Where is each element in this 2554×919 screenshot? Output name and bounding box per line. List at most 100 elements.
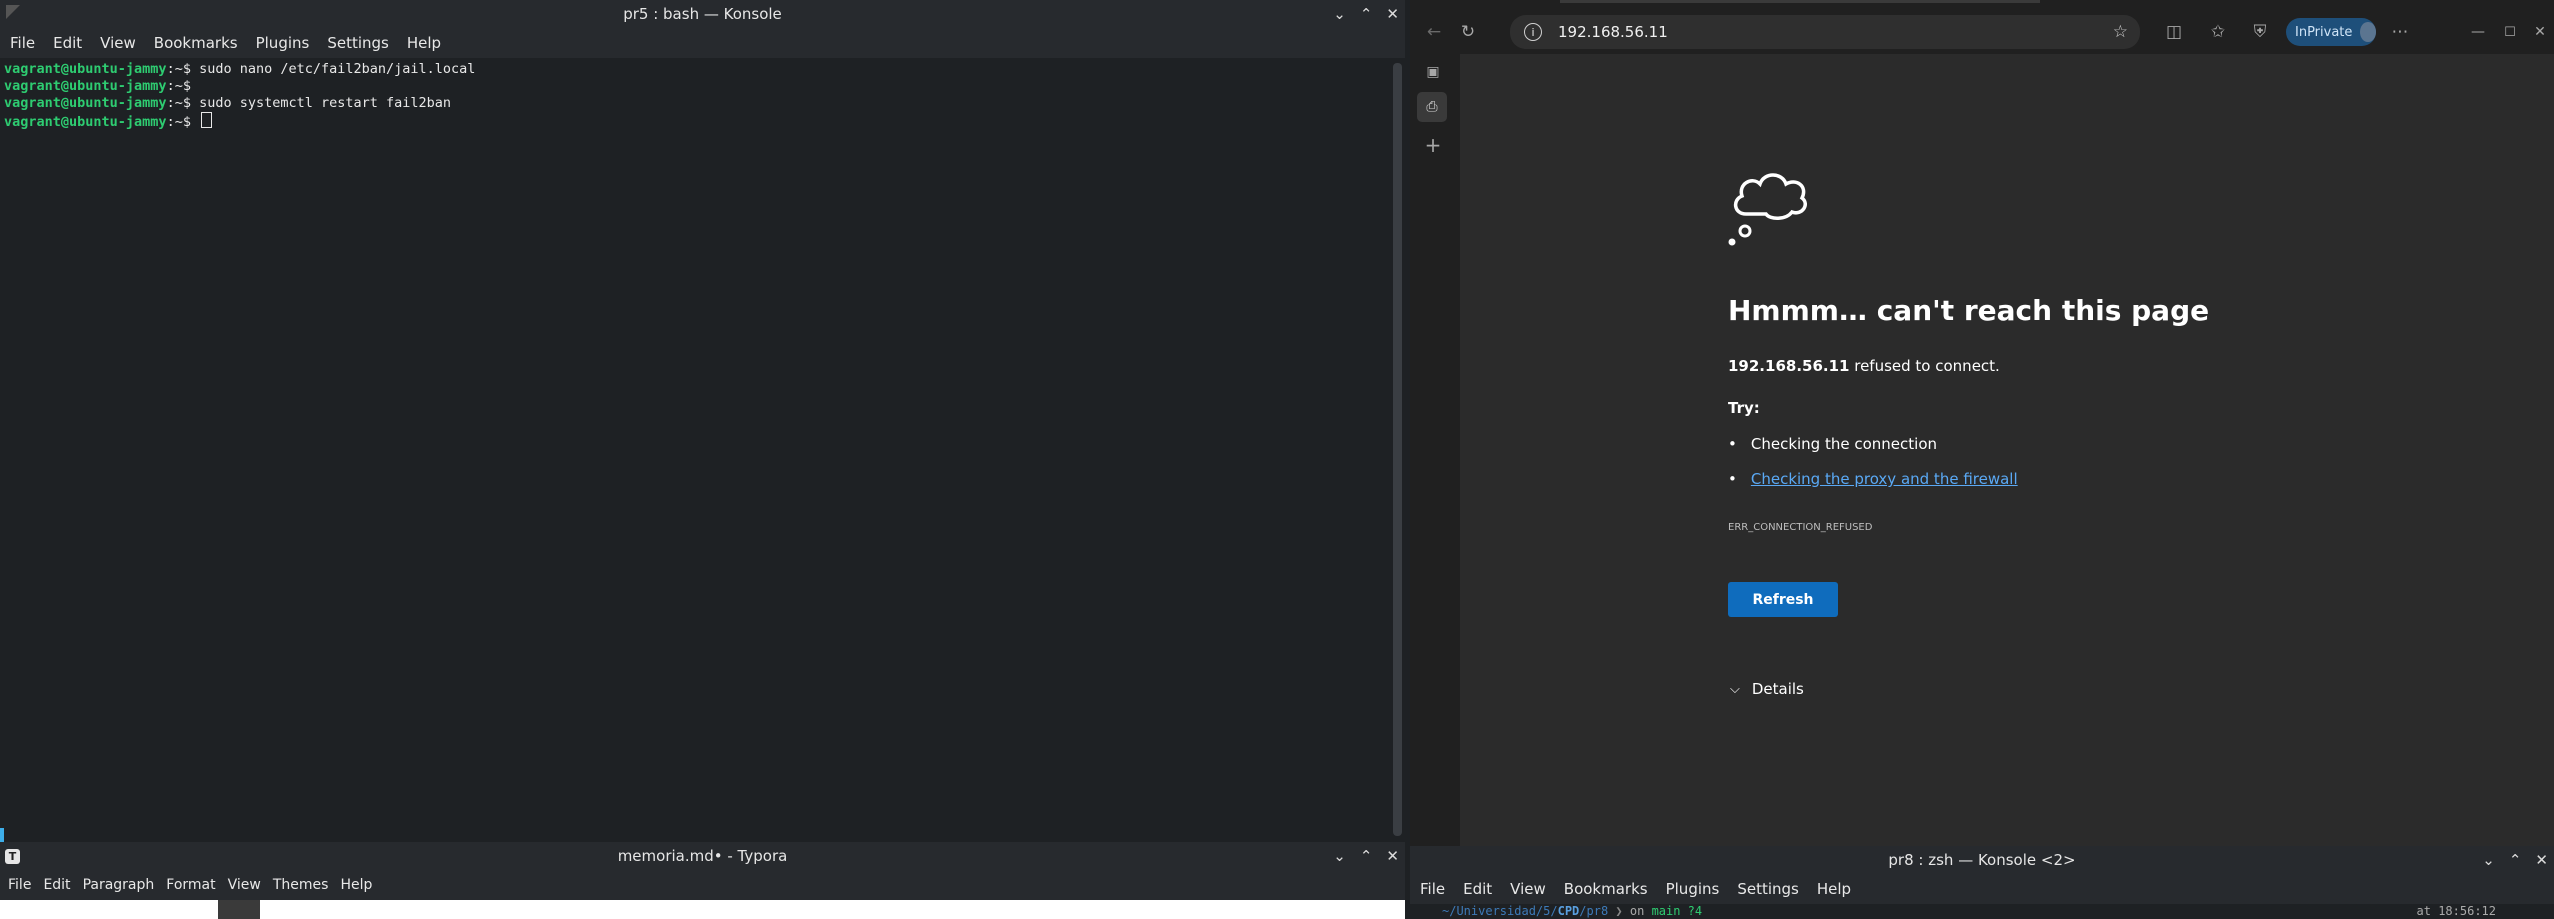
typora-window: T memoria.md• - Typora ⌄ ⌃ ✕ File Edit P… — [0, 842, 1405, 919]
details-toggle[interactable]: ⌵ Details — [1730, 680, 1804, 698]
vertical-tabs-sidebar: ▣ ⎙ + — [1410, 54, 1456, 850]
error-code: ERR_CONNECTION_REFUSED — [1728, 522, 1873, 533]
menu-edit[interactable]: Edit — [43, 877, 70, 893]
prompt-sep: :~$ — [166, 61, 191, 77]
prompt-user: vagrant@ubuntu-jammy — [4, 95, 167, 111]
refresh-button[interactable]: Refresh — [1728, 582, 1838, 617]
refused-message: 192.168.56.11 refused to connect. — [1728, 357, 2000, 375]
titlebar: pr8 : zsh — Konsole <2> ⌄ ⌃ ✕ — [1410, 846, 2554, 874]
terminal-line: vagrant@ubuntu-jammy:~$ — [4, 78, 1384, 95]
inprivate-label: InPrivate — [2295, 24, 2353, 40]
bullet: • — [1728, 470, 1737, 488]
menu-file[interactable]: File — [10, 34, 35, 52]
command-text: sudo nano /etc/fail2ban/jail.local — [190, 61, 476, 77]
minimize-icon[interactable]: ⌄ — [1333, 847, 1346, 865]
back-icon[interactable]: ← — [1422, 20, 1446, 44]
command-text — [191, 114, 199, 130]
activity-indicator — [0, 828, 4, 842]
close-icon[interactable]: ✕ — [2535, 851, 2548, 869]
proxy-firewall-link[interactable]: Checking the proxy and the firewall — [1751, 470, 2018, 488]
menu-help[interactable]: Help — [340, 877, 372, 893]
menu-bookmarks[interactable]: Bookmarks — [154, 34, 238, 52]
menu-edit[interactable]: Edit — [1463, 880, 1492, 898]
window-title: memoria.md• - Typora — [617, 847, 788, 865]
maximize-icon[interactable]: ⌃ — [1360, 847, 1373, 865]
maximize-icon[interactable]: ⌃ — [2509, 851, 2522, 869]
details-label: Details — [1751, 680, 1804, 698]
refresh-icon[interactable]: ↻ — [1456, 20, 1480, 44]
new-tab-icon[interactable]: + — [1420, 132, 1446, 158]
terminal-output[interactable]: vagrant@ubuntu-jammy:~$ sudo nano /etc/f… — [4, 61, 1384, 831]
menu-settings[interactable]: Settings — [327, 34, 389, 52]
menu-format[interactable]: Format — [166, 877, 215, 893]
typora-app-icon: T — [5, 849, 20, 864]
scrollbar[interactable] — [1393, 63, 1402, 836]
menubar: File Edit View Bookmarks Plugins Setting… — [1410, 874, 2554, 904]
close-icon[interactable]: ✕ — [1386, 847, 1399, 865]
konsole-app-icon — [6, 5, 20, 19]
konsole-window-top: pr5 : bash — Konsole ⌄ ⌃ ✕ File Edit Vie… — [0, 0, 1405, 842]
host-text: 192.168.56.11 — [1728, 357, 1850, 375]
minimize-icon[interactable]: ⌄ — [1333, 5, 1346, 23]
menu-help[interactable]: Help — [1817, 880, 1851, 898]
menubar: File Edit View Bookmarks Plugins Setting… — [0, 28, 1405, 58]
menu-edit[interactable]: Edit — [53, 34, 82, 52]
titlebar: T memoria.md• - Typora ⌄ ⌃ ✕ — [0, 842, 1405, 870]
prompt-user: vagrant@ubuntu-jammy — [4, 61, 167, 77]
suggestion-text: Checking the connection — [1750, 435, 1937, 453]
menu-bookmarks[interactable]: Bookmarks — [1564, 880, 1648, 898]
menu-file[interactable]: File — [1420, 880, 1445, 898]
minimize-icon[interactable]: ⌄ — [2482, 851, 2495, 869]
text-cursor — [201, 112, 213, 128]
menu-view[interactable]: View — [228, 877, 261, 893]
tab-actions-icon[interactable]: ▣ — [1420, 60, 1446, 84]
maximize-icon[interactable]: ☐ — [2500, 20, 2520, 44]
more-options-icon[interactable]: ⋯ — [2388, 20, 2412, 44]
menubar: File Edit Paragraph Format View Themes H… — [0, 870, 1405, 900]
menu-paragraph[interactable]: Paragraph — [83, 877, 155, 893]
git-branch: main ?4 — [1651, 904, 1703, 918]
konsole-window-bottom: pr8 : zsh — Konsole <2> ⌄ ⌃ ✕ File Edit … — [1410, 846, 2554, 919]
maximize-icon[interactable]: ⌃ — [1360, 5, 1373, 23]
browser-essentials-icon[interactable]: ⛨ — [2248, 20, 2272, 44]
chevron-down-icon: ⌵ — [1730, 681, 1740, 697]
menu-file[interactable]: File — [8, 877, 31, 893]
menu-help[interactable]: Help — [407, 34, 441, 52]
inprivate-badge[interactable]: InPrivate — [2286, 18, 2376, 46]
menu-view[interactable]: View — [1510, 880, 1546, 898]
favorites-icon[interactable]: ✩ — [2206, 20, 2230, 44]
avatar — [2360, 22, 2376, 42]
close-icon[interactable]: ✕ — [2530, 20, 2550, 44]
terminal-line: vagrant@ubuntu-jammy:~$ sudo systemctl r… — [4, 95, 1384, 112]
prompt-sep: :~$ — [166, 95, 191, 111]
prompt-user: vagrant@ubuntu-jammy — [4, 114, 167, 130]
menu-settings[interactable]: Settings — [1737, 880, 1799, 898]
minimize-icon[interactable]: — — [2468, 20, 2488, 44]
address-text[interactable]: 192.168.56.11 — [1558, 23, 1668, 41]
browser-window: ← ↻ i 192.168.56.11 ☆ ◫ ✩ ⛨ InPrivate ⋯ … — [1410, 0, 2554, 850]
try-label: Try: — [1728, 399, 1760, 417]
info-icon[interactable]: i — [1524, 23, 1542, 41]
terminal-line: vagrant@ubuntu-jammy:~$ sudo nano /etc/f… — [4, 61, 1384, 78]
menu-plugins[interactable]: Plugins — [1666, 880, 1720, 898]
command-text: sudo systemctl restart fail2ban — [190, 95, 452, 111]
zsh-prompt-line[interactable]: ~/Universidad/5/CPD/pr8 ❯ on main ?4 at … — [1410, 904, 2554, 919]
tab-current[interactable]: ⎙ — [1417, 92, 1447, 122]
close-icon[interactable]: ✕ — [1386, 5, 1399, 23]
prompt-user: vagrant@ubuntu-jammy — [4, 78, 167, 94]
menu-view[interactable]: View — [100, 34, 136, 52]
menu-themes[interactable]: Themes — [273, 877, 329, 893]
document-area[interactable] — [0, 900, 1405, 919]
prompt-sep: :~$ — [166, 114, 191, 130]
path-prefix: ~/Universidad/5/ — [1442, 904, 1558, 918]
favorite-star-icon[interactable]: ☆ — [2113, 22, 2128, 42]
git-on: on — [1629, 904, 1645, 918]
tab-strip-hint — [1560, 0, 2040, 3]
split-screen-icon[interactable]: ◫ — [2162, 20, 2186, 44]
address-bar[interactable]: i 192.168.56.11 ☆ — [1510, 15, 2140, 49]
prompt-sep: :~$ — [166, 78, 191, 94]
menu-plugins[interactable]: Plugins — [256, 34, 310, 52]
thought-cloud-icon — [1728, 173, 1807, 246]
suggestion-proxy: • Checking the proxy and the firewall — [1728, 470, 2018, 488]
sidebar-divider — [218, 900, 260, 919]
